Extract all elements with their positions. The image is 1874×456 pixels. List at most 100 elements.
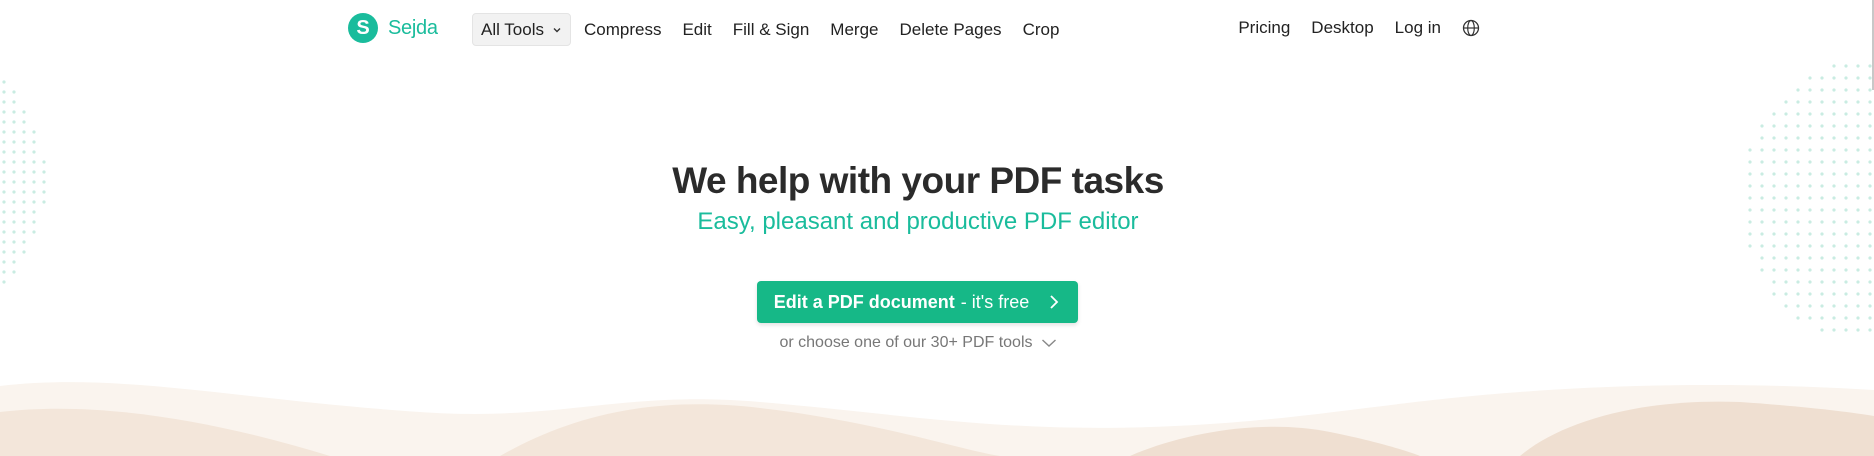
decorative-dot xyxy=(2,120,6,124)
decorative-dot xyxy=(1832,64,1836,68)
decorative-dot xyxy=(1772,256,1776,260)
decorative-dot xyxy=(1844,76,1848,80)
decorative-dot xyxy=(1820,292,1824,296)
decorative-dot xyxy=(1760,148,1764,152)
decorative-dot xyxy=(1868,208,1872,212)
decorative-dot xyxy=(1868,136,1872,140)
decorative-dot xyxy=(1760,256,1764,260)
nav-pricing[interactable]: Pricing xyxy=(1238,13,1290,43)
decorative-dot xyxy=(1856,268,1860,272)
decorative-dot xyxy=(1868,196,1872,200)
decorative-dot xyxy=(1844,328,1848,332)
decorative-dot xyxy=(1868,220,1872,224)
decorative-dot xyxy=(1760,244,1764,248)
decorative-dot xyxy=(1832,136,1836,140)
nav-delete-pages[interactable]: Delete Pages xyxy=(899,15,1001,45)
decorative-dot xyxy=(12,100,16,104)
decorative-dot xyxy=(1844,184,1848,188)
decorative-dot xyxy=(22,240,26,244)
hero-title: We help with your PDF tasks xyxy=(672,160,1164,201)
decorative-dot xyxy=(1784,292,1788,296)
decorative-dot xyxy=(22,140,26,144)
decorative-dot xyxy=(32,150,36,154)
decorative-dot xyxy=(1856,244,1860,248)
more-tools-link[interactable]: or choose one of our 30+ PDF tools xyxy=(0,334,1836,352)
nav-fill-sign[interactable]: Fill & Sign xyxy=(733,15,810,45)
decorative-dot xyxy=(1856,196,1860,200)
decorative-dot xyxy=(1772,136,1776,140)
decorative-dot xyxy=(1844,160,1848,164)
nav-merge[interactable]: Merge xyxy=(830,15,878,45)
nav-desktop[interactable]: Desktop xyxy=(1311,13,1373,43)
decorative-dot xyxy=(1844,196,1848,200)
decorative-dot xyxy=(1868,304,1872,308)
decorative-dot xyxy=(1820,316,1824,320)
decorative-dot xyxy=(1832,76,1836,80)
cta-label-light: - it's free xyxy=(960,291,1030,312)
decorative-dot xyxy=(1784,124,1788,128)
decorative-dot xyxy=(1844,112,1848,116)
all-tools-label: All Tools xyxy=(481,19,544,39)
chevron-down-icon xyxy=(553,27,561,32)
decorative-dot xyxy=(1832,316,1836,320)
decorative-dot xyxy=(1856,136,1860,140)
decorative-dot xyxy=(12,90,16,94)
nav-login[interactable]: Log in xyxy=(1395,13,1441,43)
decorative-dot xyxy=(1820,280,1824,284)
decorative-dot xyxy=(1796,304,1800,308)
decorative-dot xyxy=(1772,292,1776,296)
decorative-dot xyxy=(1784,100,1788,104)
decorative-dot xyxy=(1820,244,1824,248)
decorative-dot xyxy=(1856,160,1860,164)
decorative-dot xyxy=(1844,100,1848,104)
decorative-dot xyxy=(12,150,16,154)
decorative-dot xyxy=(1808,304,1812,308)
decorative-dot xyxy=(1856,148,1860,152)
decorative-dot xyxy=(2,80,6,84)
decorative-dot xyxy=(1772,280,1776,284)
decorative-dot xyxy=(1868,244,1872,248)
decorative-dot xyxy=(1832,304,1836,308)
decorative-dot xyxy=(1820,76,1824,80)
decorative-dot xyxy=(1808,280,1812,284)
secondary-nav: Pricing Desktop Log in xyxy=(1238,13,1480,43)
decorative-dot xyxy=(1808,244,1812,248)
nav-crop[interactable]: Crop xyxy=(1023,15,1060,45)
decorative-dot xyxy=(22,120,26,124)
decorative-dot xyxy=(1820,124,1824,128)
decorative-dot xyxy=(32,140,36,144)
decorative-dot xyxy=(1868,76,1872,80)
decorative-dot xyxy=(1844,208,1848,212)
decorative-dot xyxy=(1760,268,1764,272)
decorative-dot xyxy=(22,250,26,254)
decorative-dot xyxy=(2,280,6,284)
all-tools-dropdown[interactable]: All Tools xyxy=(472,13,571,46)
decorative-dot xyxy=(1868,112,1872,116)
decorative-dot xyxy=(1868,160,1872,164)
decorative-dot xyxy=(1856,172,1860,176)
logo-link[interactable]: S Sejda xyxy=(348,13,438,43)
decorative-dot xyxy=(1856,220,1860,224)
decorative-dot xyxy=(1808,256,1812,260)
decorative-dot xyxy=(1856,112,1860,116)
decorative-dot xyxy=(1832,256,1836,260)
decorative-dot xyxy=(1832,292,1836,296)
decorative-dot xyxy=(1868,328,1872,332)
nav-compress[interactable]: Compress xyxy=(584,15,661,45)
globe-icon[interactable] xyxy=(1462,19,1480,37)
decorative-dot xyxy=(1808,112,1812,116)
decorative-dot xyxy=(2,110,6,114)
decorative-dot xyxy=(1820,268,1824,272)
edit-pdf-button[interactable]: Edit a PDF document - it's free xyxy=(757,281,1078,323)
decorative-dot xyxy=(1808,292,1812,296)
decorative-waves xyxy=(0,382,1874,456)
nav-edit[interactable]: Edit xyxy=(682,15,711,45)
decorative-dot xyxy=(1784,268,1788,272)
decorative-dot xyxy=(1844,304,1848,308)
decorative-dot xyxy=(1796,268,1800,272)
decorative-dot xyxy=(1772,112,1776,116)
decorative-dot xyxy=(1760,124,1764,128)
decorative-dot xyxy=(2,250,6,254)
decorative-dot xyxy=(12,120,16,124)
decorative-dot xyxy=(1832,280,1836,284)
